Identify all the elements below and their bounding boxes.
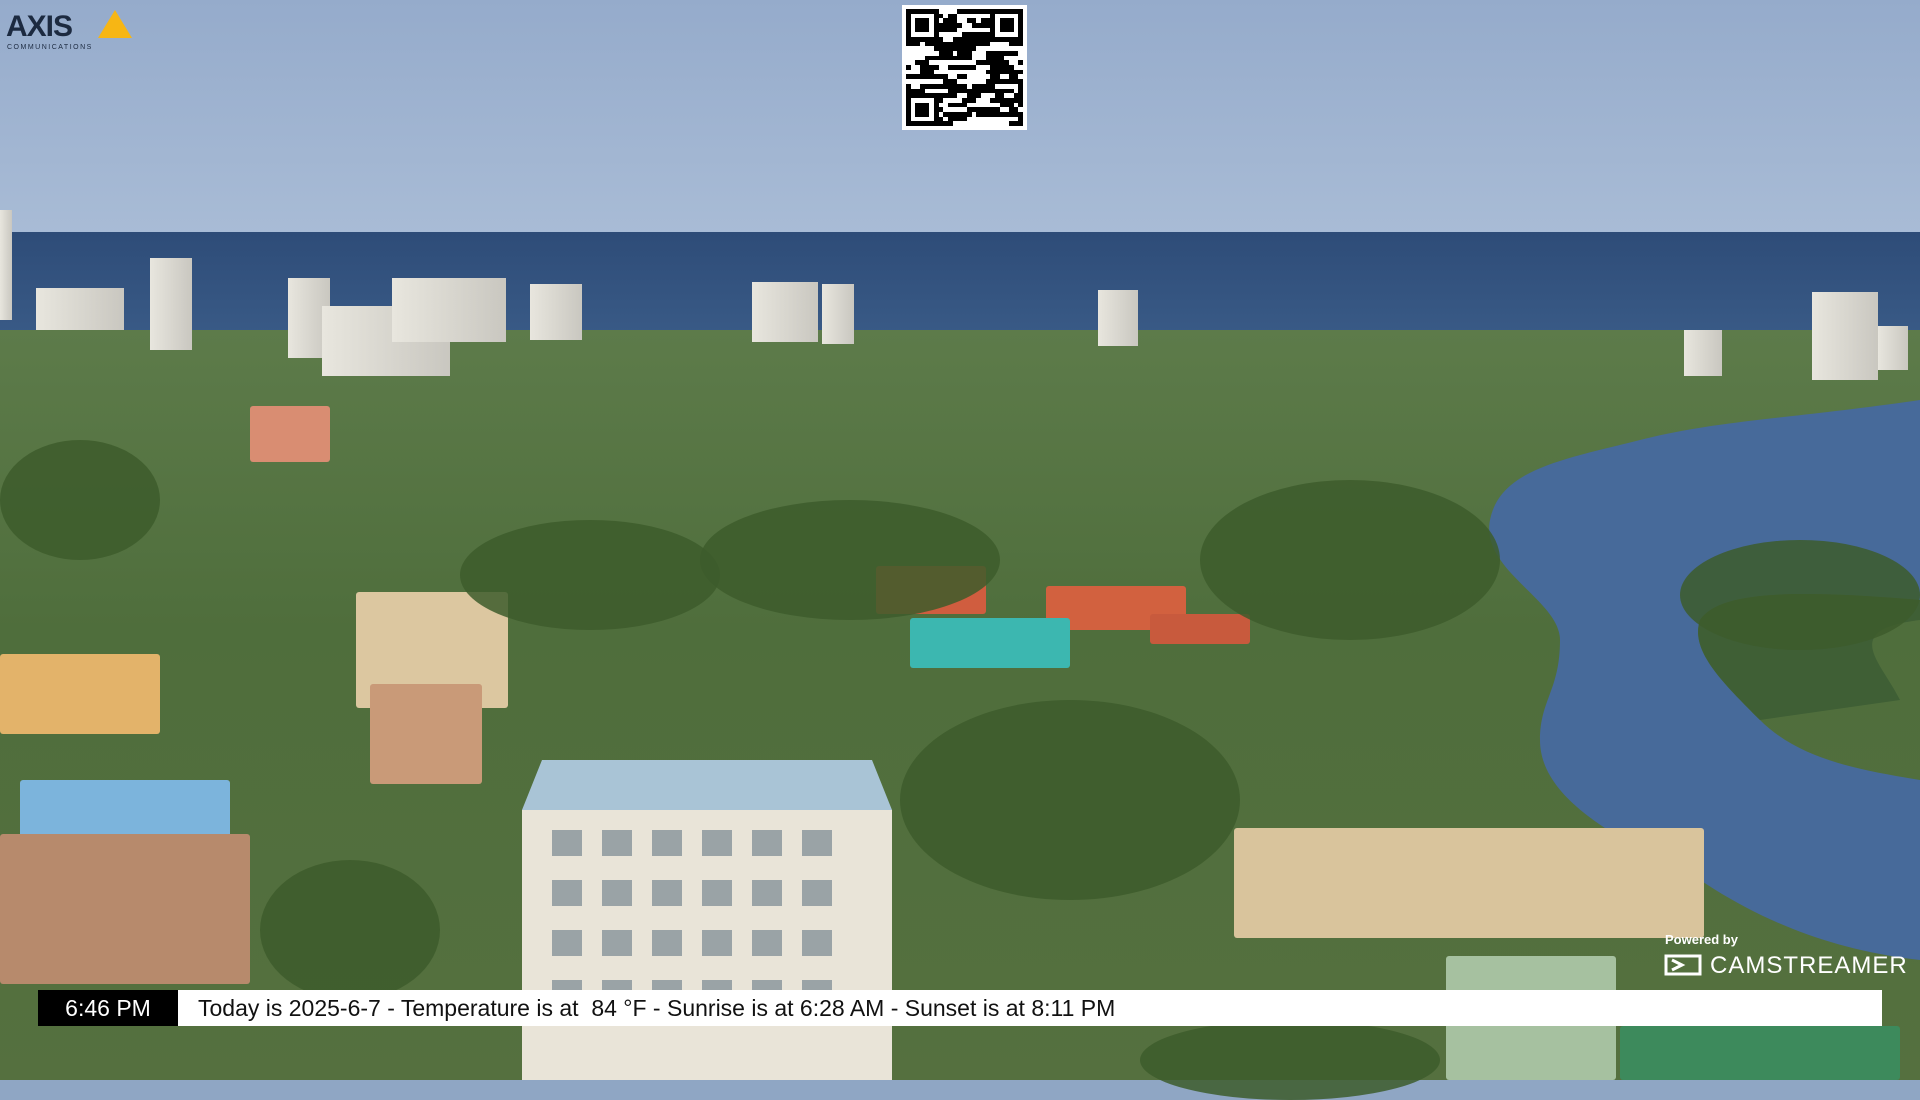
- webcam-view: [0, 0, 1920, 1100]
- qr-module: [1018, 121, 1023, 126]
- tree-cluster: [0, 440, 160, 560]
- skyline-tower: [752, 282, 818, 342]
- tree-cluster: [700, 500, 1000, 620]
- skyline-tower: [36, 288, 124, 330]
- weather-message: Today is 2025-6-7 - Temperature is at 84…: [198, 994, 1116, 1021]
- skyline-tower: [150, 258, 192, 350]
- axis-logo: AXIS COMMUNICATIONS: [6, 6, 136, 52]
- info-ticker: 6:46 PM Today is 2025-6-7 - Temperature …: [38, 990, 1882, 1026]
- skyline-tower: [1684, 330, 1722, 376]
- building: [0, 654, 160, 734]
- camstreamer-logo-icon: [1664, 954, 1702, 976]
- qr-code-grid: [906, 9, 1023, 126]
- camstreamer-name: CAMSTREAMER: [1710, 952, 1908, 979]
- building: [370, 684, 482, 784]
- building: [20, 780, 230, 840]
- building: [910, 618, 1070, 668]
- skyline-tower: [1878, 326, 1908, 370]
- current-time: 6:46 PM: [38, 990, 178, 1026]
- axis-logo-text: AXIS: [6, 10, 73, 43]
- tree-cluster: [1680, 540, 1920, 650]
- axis-logo-triangle-icon: [98, 10, 132, 38]
- camstreamer-branding: Powered by CAMSTREAMER: [1664, 932, 1907, 984]
- axis-logo-subtitle: COMMUNICATIONS: [7, 44, 93, 51]
- skyline-tower: [1812, 292, 1878, 380]
- tree-cluster: [1200, 480, 1500, 640]
- condo-building: [522, 760, 892, 1080]
- building: [1150, 614, 1250, 644]
- skyline-tower: [530, 284, 582, 340]
- qr-code-icon[interactable]: [902, 5, 1027, 130]
- tree-cluster: [900, 700, 1240, 900]
- skyline-tower: [1098, 290, 1138, 346]
- building: [250, 406, 330, 462]
- building: [0, 834, 250, 984]
- skyline-tower: [0, 210, 12, 320]
- tree-cluster: [260, 860, 440, 1000]
- powered-by-label: Powered by: [1665, 932, 1738, 947]
- building: [1620, 1026, 1900, 1080]
- tree-cluster: [1140, 1020, 1440, 1100]
- tree-cluster: [460, 520, 720, 630]
- skyline-tower: [822, 284, 854, 344]
- building: [1234, 828, 1704, 938]
- skyline-tower: [392, 278, 506, 342]
